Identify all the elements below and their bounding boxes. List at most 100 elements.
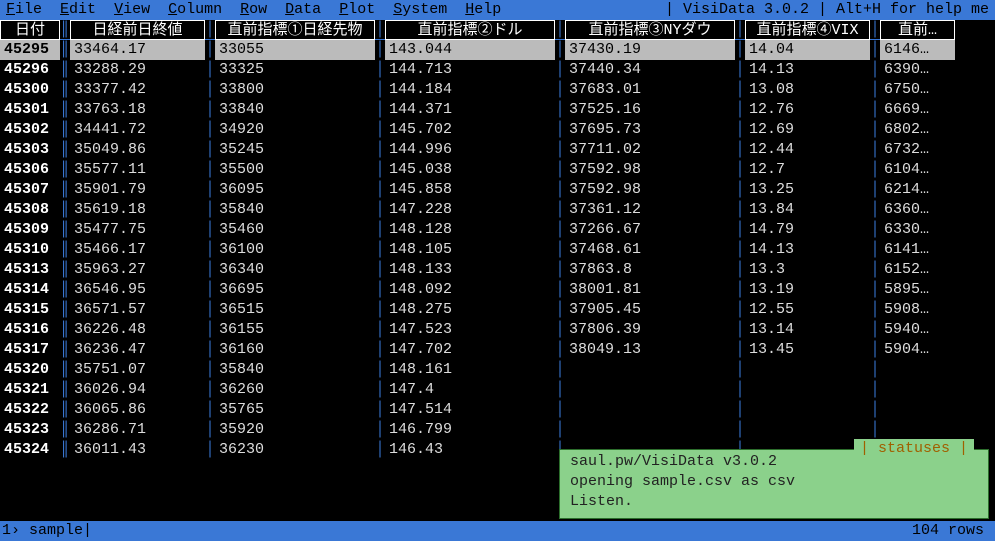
- col-header[interactable]: 直前指標①日経先物: [215, 20, 375, 40]
- data-cell[interactable]: 147.523: [385, 320, 555, 340]
- data-cell[interactable]: 12.69: [745, 120, 870, 140]
- table-row[interactable]: 45309║35477.75│35460│148.128│37266.67│14…: [0, 220, 995, 240]
- col-header[interactable]: 日経前日終値: [70, 20, 205, 40]
- data-cell[interactable]: 147.702: [385, 340, 555, 360]
- data-cell[interactable]: [565, 360, 735, 380]
- key-cell[interactable]: 45309: [0, 220, 60, 240]
- table-row[interactable]: 45308║35619.18│35840│147.228│37361.12│13…: [0, 200, 995, 220]
- data-cell[interactable]: 36095: [215, 180, 375, 200]
- key-cell[interactable]: 45316: [0, 320, 60, 340]
- data-cell[interactable]: 6141…: [880, 240, 955, 260]
- table-row[interactable]: 45295║33464.17│33055│143.044│37430.19│14…: [0, 40, 995, 60]
- data-cell[interactable]: 6360…: [880, 200, 955, 220]
- col-header-key[interactable]: 日付: [0, 20, 60, 40]
- data-cell[interactable]: 37592.98: [565, 160, 735, 180]
- data-cell[interactable]: 147.514: [385, 400, 555, 420]
- data-cell[interactable]: [565, 420, 735, 440]
- data-cell[interactable]: 36026.94: [70, 380, 205, 400]
- data-cell[interactable]: 13.45: [745, 340, 870, 360]
- col-header[interactable]: 直前指標④VIX: [745, 20, 870, 40]
- data-cell[interactable]: 5940…: [880, 320, 955, 340]
- data-cell[interactable]: 37468.61: [565, 240, 735, 260]
- key-cell[interactable]: 45296: [0, 60, 60, 80]
- data-cell[interactable]: 36546.95: [70, 280, 205, 300]
- data-cell[interactable]: [745, 420, 870, 440]
- data-cell[interactable]: 33055: [215, 40, 375, 60]
- data-cell[interactable]: 37905.45: [565, 300, 735, 320]
- menu-system[interactable]: System: [393, 0, 447, 20]
- data-cell[interactable]: 37711.02: [565, 140, 735, 160]
- data-table[interactable]: 日付 ║ 日経前日終値 │ 直前指標①日経先物 │ 直前指標②ドル │ 直前指標…: [0, 20, 995, 460]
- data-cell[interactable]: 13.19: [745, 280, 870, 300]
- data-cell[interactable]: 145.858: [385, 180, 555, 200]
- data-cell[interactable]: 36286.71: [70, 420, 205, 440]
- data-cell[interactable]: 148.128: [385, 220, 555, 240]
- data-cell[interactable]: 12.7: [745, 160, 870, 180]
- data-cell[interactable]: 13.25: [745, 180, 870, 200]
- menu-plot[interactable]: Plot: [339, 0, 375, 20]
- data-cell[interactable]: 13.14: [745, 320, 870, 340]
- data-cell[interactable]: 35466.17: [70, 240, 205, 260]
- data-cell[interactable]: [880, 380, 955, 400]
- table-row[interactable]: 45316║36226.48│36155│147.523│37806.39│13…: [0, 320, 995, 340]
- data-cell[interactable]: 6750…: [880, 80, 955, 100]
- data-cell[interactable]: 37430.19: [565, 40, 735, 60]
- menu-column[interactable]: Column: [168, 0, 222, 20]
- data-cell[interactable]: 147.228: [385, 200, 555, 220]
- data-cell[interactable]: [745, 360, 870, 380]
- menu-row[interactable]: Row: [240, 0, 267, 20]
- data-cell[interactable]: 14.13: [745, 240, 870, 260]
- data-cell[interactable]: 145.702: [385, 120, 555, 140]
- data-cell[interactable]: [880, 360, 955, 380]
- data-cell[interactable]: 37440.34: [565, 60, 735, 80]
- key-cell[interactable]: 45310: [0, 240, 60, 260]
- col-header[interactable]: 直前指標②ドル: [385, 20, 555, 40]
- key-cell[interactable]: 45303: [0, 140, 60, 160]
- data-cell[interactable]: 14.04: [745, 40, 870, 60]
- key-cell[interactable]: 45321: [0, 380, 60, 400]
- data-cell[interactable]: 36571.57: [70, 300, 205, 320]
- key-cell[interactable]: 45314: [0, 280, 60, 300]
- data-cell[interactable]: 144.184: [385, 80, 555, 100]
- data-cell[interactable]: 37806.39: [565, 320, 735, 340]
- data-cell[interactable]: 148.105: [385, 240, 555, 260]
- table-row[interactable]: 45323║36286.71│35920│146.799│││: [0, 420, 995, 440]
- table-row[interactable]: 45317║36236.47│36160│147.702│38049.13│13…: [0, 340, 995, 360]
- data-cell[interactable]: 6732…: [880, 140, 955, 160]
- key-cell[interactable]: 45324: [0, 440, 60, 460]
- data-cell[interactable]: 38001.81: [565, 280, 735, 300]
- col-header[interactable]: 直前指標③NYダウ: [565, 20, 735, 40]
- data-cell[interactable]: 36340: [215, 260, 375, 280]
- data-cell[interactable]: 35477.75: [70, 220, 205, 240]
- data-cell[interactable]: 34920: [215, 120, 375, 140]
- data-cell[interactable]: 38049.13: [565, 340, 735, 360]
- key-cell[interactable]: 45313: [0, 260, 60, 280]
- data-cell[interactable]: 33377.42: [70, 80, 205, 100]
- data-cell[interactable]: 147.4: [385, 380, 555, 400]
- key-cell[interactable]: 45315: [0, 300, 60, 320]
- data-cell[interactable]: 144.371: [385, 100, 555, 120]
- key-cell[interactable]: 45322: [0, 400, 60, 420]
- table-row[interactable]: 45303║35049.86│35245│144.996│37711.02│12…: [0, 140, 995, 160]
- data-cell[interactable]: 37266.67: [565, 220, 735, 240]
- key-cell[interactable]: 45295: [0, 40, 60, 60]
- data-cell[interactable]: 144.713: [385, 60, 555, 80]
- col-header[interactable]: 直前…: [880, 20, 955, 40]
- table-row[interactable]: 45320║35751.07│35840│148.161│││: [0, 360, 995, 380]
- data-cell[interactable]: 35049.86: [70, 140, 205, 160]
- data-cell[interactable]: 36011.43: [70, 440, 205, 460]
- data-cell[interactable]: 36236.47: [70, 340, 205, 360]
- menu-help[interactable]: Help: [465, 0, 501, 20]
- data-cell[interactable]: 14.79: [745, 220, 870, 240]
- data-cell[interactable]: 35920: [215, 420, 375, 440]
- data-cell[interactable]: 6146…: [880, 40, 955, 60]
- data-cell[interactable]: [745, 380, 870, 400]
- data-cell[interactable]: 13.08: [745, 80, 870, 100]
- data-cell[interactable]: 33763.18: [70, 100, 205, 120]
- table-row[interactable]: 45313║35963.27│36340│148.133│37863.8│13.…: [0, 260, 995, 280]
- data-cell[interactable]: 37361.12: [565, 200, 735, 220]
- data-cell[interactable]: [745, 400, 870, 420]
- data-cell[interactable]: 37592.98: [565, 180, 735, 200]
- data-cell[interactable]: 6669…: [880, 100, 955, 120]
- data-cell[interactable]: 36230: [215, 440, 375, 460]
